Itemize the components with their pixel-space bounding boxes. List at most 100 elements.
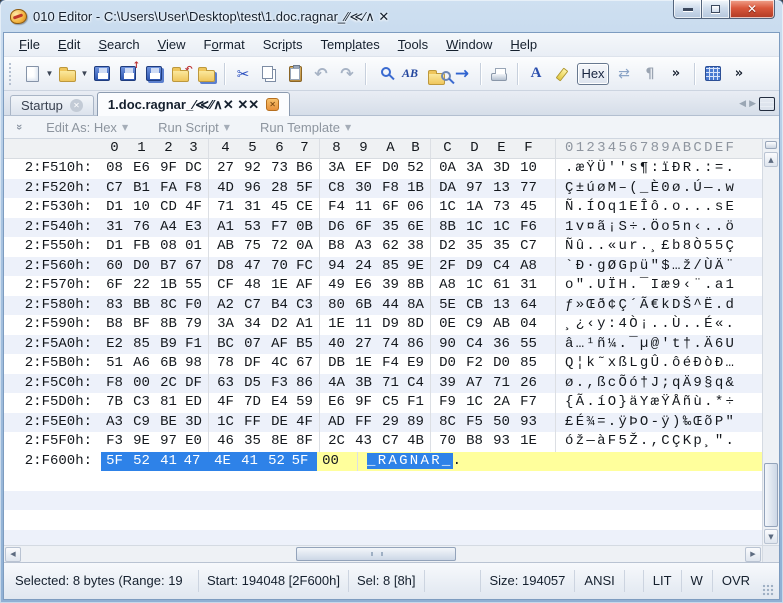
hex-byte[interactable]: B8 (101, 315, 128, 335)
hex-ascii[interactable]: .æŸÜ''s¶:ïÐR.:=. (555, 159, 736, 179)
run-script-dropdown[interactable]: Run Script▼ (158, 120, 230, 135)
hex-byte[interactable]: 1B (404, 179, 431, 199)
hex-byte[interactable]: 74 (377, 335, 404, 355)
hex-byte[interactable]: B8 (461, 432, 488, 452)
hex-byte[interactable]: 86 (293, 374, 320, 394)
hex-byte[interactable]: 79 (182, 315, 209, 335)
hex-byte[interactable]: 35 (239, 432, 266, 452)
menu-item-tools[interactable]: Tools (389, 34, 437, 55)
toolbar-overflow-button-2[interactable]: » (727, 62, 751, 86)
hex-byte[interactable]: 2C (323, 432, 350, 452)
hex-byte[interactable]: 1E (323, 315, 350, 335)
hex-byte[interactable]: 4E (209, 452, 236, 472)
hex-ascii[interactable]: ƒ»Œð¢Ç´Ã€kDŠ^Ë.d (555, 296, 736, 316)
hex-byte[interactable]: 61 (488, 276, 515, 296)
hex-byte[interactable]: 80 (323, 296, 350, 316)
hex-byte[interactable]: C9 (128, 413, 155, 433)
hex-byte[interactable]: E0 (182, 432, 209, 452)
hex-byte[interactable]: 72 (266, 237, 293, 257)
hex-byte[interactable]: 1C (488, 218, 515, 238)
hex-byte[interactable]: FF (239, 413, 266, 433)
hex-byte[interactable]: DF (182, 374, 209, 394)
hex-byte[interactable]: AD (323, 413, 350, 433)
hex-ascii[interactable]: ø.,ßcÕó†J;qÄ9§q& (555, 374, 736, 394)
hex-byte[interactable]: F8 (182, 179, 209, 199)
menu-item-format[interactable]: Format (195, 34, 254, 55)
hex-grid[interactable]: 0123456789ABCDEF0123456789ABCDEF 2:F510h… (4, 139, 762, 545)
hex-byte[interactable]: B4 (266, 296, 293, 316)
hex-byte[interactable]: F1 (182, 335, 209, 355)
hex-byte[interactable]: 5F (101, 452, 128, 472)
hex-byte[interactable]: 26 (515, 374, 542, 394)
hex-byte[interactable]: DB (323, 354, 350, 374)
hex-ascii[interactable]: óž—àF5Ž.,CÇKp¸". (555, 432, 736, 452)
hex-byte[interactable]: 89 (404, 413, 431, 433)
hex-byte[interactable]: A2 (212, 296, 239, 316)
hex-byte[interactable]: 34 (239, 315, 266, 335)
hex-ascii[interactable]: o".UÏH.¯Iæ9‹¨.a1 (555, 276, 736, 296)
hex-byte[interactable]: 52 (404, 159, 431, 179)
hex-byte[interactable]: CD (155, 198, 182, 218)
hex-ascii[interactable]: â…¹ñ¼.¯µ@'t†.Ä6U (555, 335, 736, 355)
hex-byte[interactable]: B8 (323, 237, 350, 257)
hex-byte[interactable]: A8 (434, 276, 461, 296)
hex-byte[interactable]: 5F (293, 179, 320, 199)
minimize-button[interactable] (673, 0, 702, 19)
find-button[interactable] (372, 62, 396, 86)
scroll-right-icon[interactable]: ▶ (745, 547, 761, 562)
hex-ascii[interactable]: `Ð·gØGpü"$…ž/ÙÄ¨ (555, 257, 736, 277)
hex-byte[interactable]: C4 (461, 335, 488, 355)
hex-byte[interactable]: 2A (488, 393, 515, 413)
hex-byte[interactable]: C4 (404, 374, 431, 394)
hex-byte[interactable]: 40 (323, 335, 350, 355)
hex-ascii[interactable]: Ñû..«ur.¸£b8Ò55Ç (555, 237, 736, 257)
hex-byte[interactable]: 1A (461, 198, 488, 218)
hex-byte[interactable]: 8B (404, 276, 431, 296)
tab-startup[interactable]: Startup ✕ (10, 95, 94, 115)
hex-byte[interactable]: C9 (461, 315, 488, 335)
vertical-scrollbar[interactable]: ▲ ▼ (762, 139, 779, 545)
hex-byte[interactable]: 8C (155, 296, 182, 316)
hex-byte[interactable]: A6 (128, 354, 155, 374)
hex-byte[interactable]: 6F (350, 218, 377, 238)
hex-byte[interactable]: E2 (101, 335, 128, 355)
hex-byte[interactable]: A3 (350, 237, 377, 257)
hex-byte[interactable]: FA (155, 179, 182, 199)
hex-byte[interactable]: 08 (101, 159, 128, 179)
save-all-button[interactable] (142, 62, 166, 86)
hex-byte[interactable]: 3A (461, 159, 488, 179)
hex-byte[interactable]: 0A (434, 159, 461, 179)
hex-byte[interactable]: 96 (239, 179, 266, 199)
hex-ascii[interactable]: £É¾=.ÿÞO-ÿ)‰ŒõP" (555, 413, 736, 433)
hex-byte[interactable]: A4 (155, 218, 182, 238)
hex-byte[interactable]: 63 (212, 374, 239, 394)
hex-byte[interactable]: CB (461, 296, 488, 316)
hex-byte[interactable]: A3 (101, 413, 128, 433)
hex-byte[interactable]: 1C (212, 413, 239, 433)
hex-byte[interactable]: CE (293, 198, 320, 218)
save-as-button[interactable]: ↑ (116, 62, 140, 86)
hex-byte[interactable]: DA (434, 179, 461, 199)
hex-byte[interactable]: 3A (323, 159, 350, 179)
menu-item-window[interactable]: Window (437, 34, 501, 55)
menu-item-file[interactable]: File (10, 34, 49, 55)
hex-byte[interactable]: 55 (182, 276, 209, 296)
hex-byte[interactable]: E3 (182, 218, 209, 238)
hex-byte[interactable]: 10 (128, 198, 155, 218)
hex-byte[interactable]: F4 (323, 198, 350, 218)
hex-byte[interactable]: 31 (101, 218, 128, 238)
paragraph-marks-button[interactable]: ¶ (638, 62, 662, 86)
hex-byte[interactable]: D5 (239, 374, 266, 394)
hex-byte[interactable]: 00 (317, 452, 344, 472)
hex-byte[interactable]: 85 (377, 257, 404, 277)
hex-byte[interactable]: 5F (290, 452, 317, 472)
hex-byte[interactable]: 10 (515, 159, 542, 179)
hex-byte[interactable]: 36 (488, 335, 515, 355)
hex-byte[interactable]: 53 (239, 218, 266, 238)
vertical-scroll-track[interactable] (764, 168, 778, 528)
print-button[interactable] (487, 62, 511, 86)
hex-byte[interactable]: 55 (515, 335, 542, 355)
hex-byte[interactable]: 31 (239, 198, 266, 218)
hex-byte[interactable]: CF (212, 276, 239, 296)
hex-byte[interactable]: 77 (515, 179, 542, 199)
